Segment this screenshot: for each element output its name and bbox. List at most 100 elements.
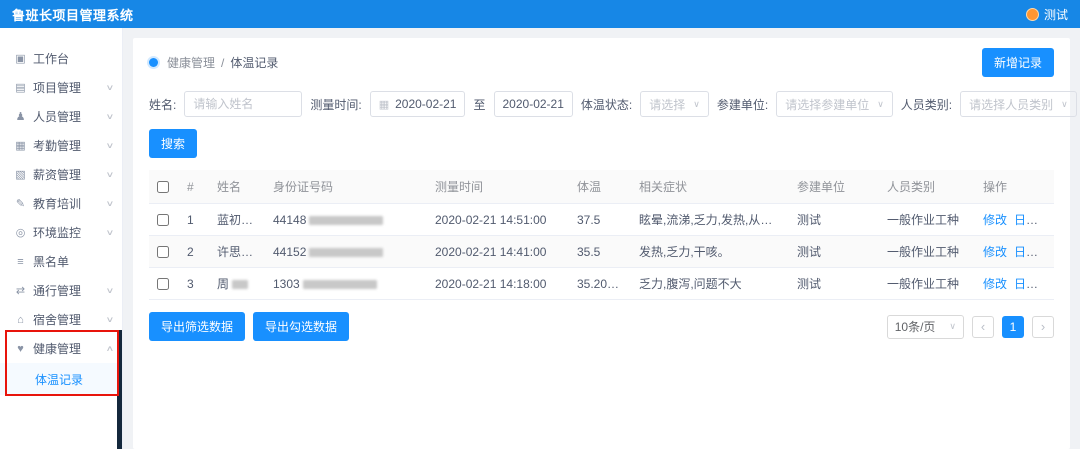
table-row: 2 许思 44152 2020-02-21 14:41:00 35.5 发热,乏… <box>149 236 1054 268</box>
time-label: 测量时间: <box>310 96 361 113</box>
sidebar-item-label: 宿舍管理 <box>33 311 81 328</box>
sidebar-item-label: 薪资管理 <box>33 166 81 183</box>
export-checked-button[interactable]: 导出勾选数据 <box>253 312 349 341</box>
project-icon: ▤ <box>13 81 28 94</box>
environment-icon: ◎ <box>13 226 28 239</box>
row-unit: 测试 <box>789 268 879 300</box>
log-link[interactable]: 日志 <box>1014 213 1038 227</box>
prev-page-button[interactable]: ‹ <box>972 316 994 338</box>
row-time: 2020-02-21 14:18:00 <box>427 268 569 300</box>
education-icon: ✎ <box>13 197 28 210</box>
date-to-input[interactable]: 2020-02-21 <box>494 91 573 117</box>
sidebar-item-project[interactable]: ▤ 项目管理 ∨ <box>0 73 122 102</box>
sidebar-item-label: 黑名单 <box>33 253 69 270</box>
delete-link[interactable]: 删除 <box>1045 277 1054 291</box>
edit-link[interactable]: 修改 <box>983 277 1007 291</box>
delete-link[interactable]: 删除 <box>1045 245 1054 259</box>
category-label: 人员类别: <box>901 96 952 113</box>
temperature-table: # 姓名 身份证号码 测量时间 体温 相关症状 参建单位 人员类别 操作 1 蓝… <box>149 170 1054 300</box>
sidebar-item-access[interactable]: ⇄ 通行管理 ∨ <box>0 276 122 305</box>
health-icon: ♥ <box>13 343 28 355</box>
chevron-down-icon: ∨ <box>106 170 115 179</box>
workbench-icon: ▣ <box>13 52 28 65</box>
row-symptoms: 发热,乏力,干咳。 <box>631 236 789 268</box>
row-actions: 修改日志删除 <box>975 236 1054 268</box>
salary-icon: ▧ <box>13 168 28 181</box>
edit-link[interactable]: 修改 <box>983 245 1007 259</box>
row-index: 1 <box>179 204 209 236</box>
row-actions: 修改日志删除 <box>975 268 1054 300</box>
user-menu[interactable]: 测试 <box>1026 6 1068 23</box>
row-category: 一般作业工种 <box>879 236 975 268</box>
sidebar-item-attendance[interactable]: ▦ 考勤管理 ∨ <box>0 131 122 160</box>
date-from-input[interactable]: ▦ 2020-02-21 <box>370 91 466 117</box>
chevron-down-icon: ∨ <box>106 315 115 324</box>
current-page-button[interactable]: 1 <box>1002 316 1024 338</box>
row-name: 蓝初 <box>209 204 265 236</box>
access-icon: ⇄ <box>13 284 28 297</box>
column-header: # <box>179 170 209 204</box>
category-select[interactable]: 请选择人员类别 ∨ <box>960 91 1077 117</box>
row-checkbox[interactable] <box>157 278 169 290</box>
name-input[interactable] <box>184 91 302 117</box>
sidebar-item-salary[interactable]: ▧ 薪资管理 ∨ <box>0 160 122 189</box>
row-symptoms: 乏力,腹泻,问题不大 <box>631 268 789 300</box>
log-link[interactable]: 日志 <box>1014 277 1038 291</box>
delete-link[interactable]: 删除 <box>1045 213 1054 227</box>
row-checkbox[interactable] <box>157 246 169 258</box>
sidebar: ▣ 工作台 ▤ 项目管理 ∨ ♟ 人员管理 ∨ ▦ 考勤管理 ∨ ▧ 薪资管理 … <box>0 28 123 449</box>
chevron-down-icon: ∨ <box>1061 99 1068 110</box>
sidebar-item-personnel[interactable]: ♟ 人员管理 ∨ <box>0 102 122 131</box>
add-record-button[interactable]: 新增记录 <box>982 48 1054 77</box>
sidebar-item-education[interactable]: ✎ 教育培训 ∨ <box>0 189 122 218</box>
temp-status-label: 体温状态: <box>581 96 632 113</box>
log-link[interactable]: 日志 <box>1014 245 1038 259</box>
sidebar-item-health[interactable]: ♥ 健康管理 ∧ <box>0 334 122 363</box>
chevron-down-icon: ∨ <box>949 321 956 332</box>
name-label: 姓名: <box>149 96 176 113</box>
row-name: 许思 <box>209 236 265 268</box>
row-temperature: 37.5 <box>569 204 631 236</box>
redacted-text <box>309 216 383 225</box>
search-button[interactable]: 搜索 <box>149 129 197 158</box>
sidebar-item-blacklist[interactable]: ≡ 黑名单 <box>0 247 122 276</box>
column-header: 测量时间 <box>427 170 569 204</box>
chevron-down-icon: ∨ <box>106 141 115 150</box>
unit-select[interactable]: 请选择参建单位 ∨ <box>776 91 893 117</box>
personnel-icon: ♟ <box>13 110 28 123</box>
date-from-value: 2020-02-21 <box>395 97 456 111</box>
unit-placeholder: 请选择参建单位 <box>785 96 869 113</box>
row-index: 3 <box>179 268 209 300</box>
sidebar-item-label: 健康管理 <box>33 340 81 357</box>
row-checkbox[interactable] <box>157 214 169 226</box>
column-header: 体温 <box>569 170 631 204</box>
column-header: 姓名 <box>209 170 265 204</box>
sidebar-item-environment[interactable]: ◎ 环境监控 ∨ <box>0 218 122 247</box>
sidebar-scrollbar[interactable] <box>117 330 122 449</box>
range-separator-label: 至 <box>473 96 485 113</box>
table-row: 3 周 1303 2020-02-21 14:18:00 35.2000007.… <box>149 268 1054 300</box>
redacted-text <box>303 280 377 289</box>
row-id-number: 44148 <box>265 204 427 236</box>
temp-status-select[interactable]: 请选择 ∨ <box>640 91 709 117</box>
row-time: 2020-02-21 14:51:00 <box>427 204 569 236</box>
next-page-button[interactable]: › <box>1032 316 1054 338</box>
breadcrumb-dot-icon <box>149 58 158 67</box>
select-all-checkbox[interactable] <box>157 181 169 193</box>
page-size-select[interactable]: 10条/页 ∨ <box>887 315 964 339</box>
edit-link[interactable]: 修改 <box>983 213 1007 227</box>
sidebar-item-workbench[interactable]: ▣ 工作台 <box>0 44 122 73</box>
chevron-down-icon: ∨ <box>106 199 115 208</box>
sidebar-subitem-label: 体温记录 <box>35 371 83 388</box>
sidebar-item-temperature-record[interactable]: 体温记录 <box>0 363 122 395</box>
redacted-text <box>232 280 248 289</box>
app-title: 鲁班长项目管理系统 <box>12 5 134 24</box>
sidebar-item-dormitory[interactable]: ⌂ 宿舍管理 ∨ <box>0 305 122 334</box>
breadcrumb-section[interactable]: 健康管理 <box>167 54 215 71</box>
date-to-value: 2020-02-21 <box>503 97 564 111</box>
chevron-up-icon: ∧ <box>106 344 115 353</box>
export-filtered-button[interactable]: 导出筛选数据 <box>149 312 245 341</box>
calendar-icon: ▦ <box>379 98 389 111</box>
breadcrumb: 健康管理 / 体温记录 <box>149 54 278 71</box>
row-category: 一般作业工种 <box>879 268 975 300</box>
